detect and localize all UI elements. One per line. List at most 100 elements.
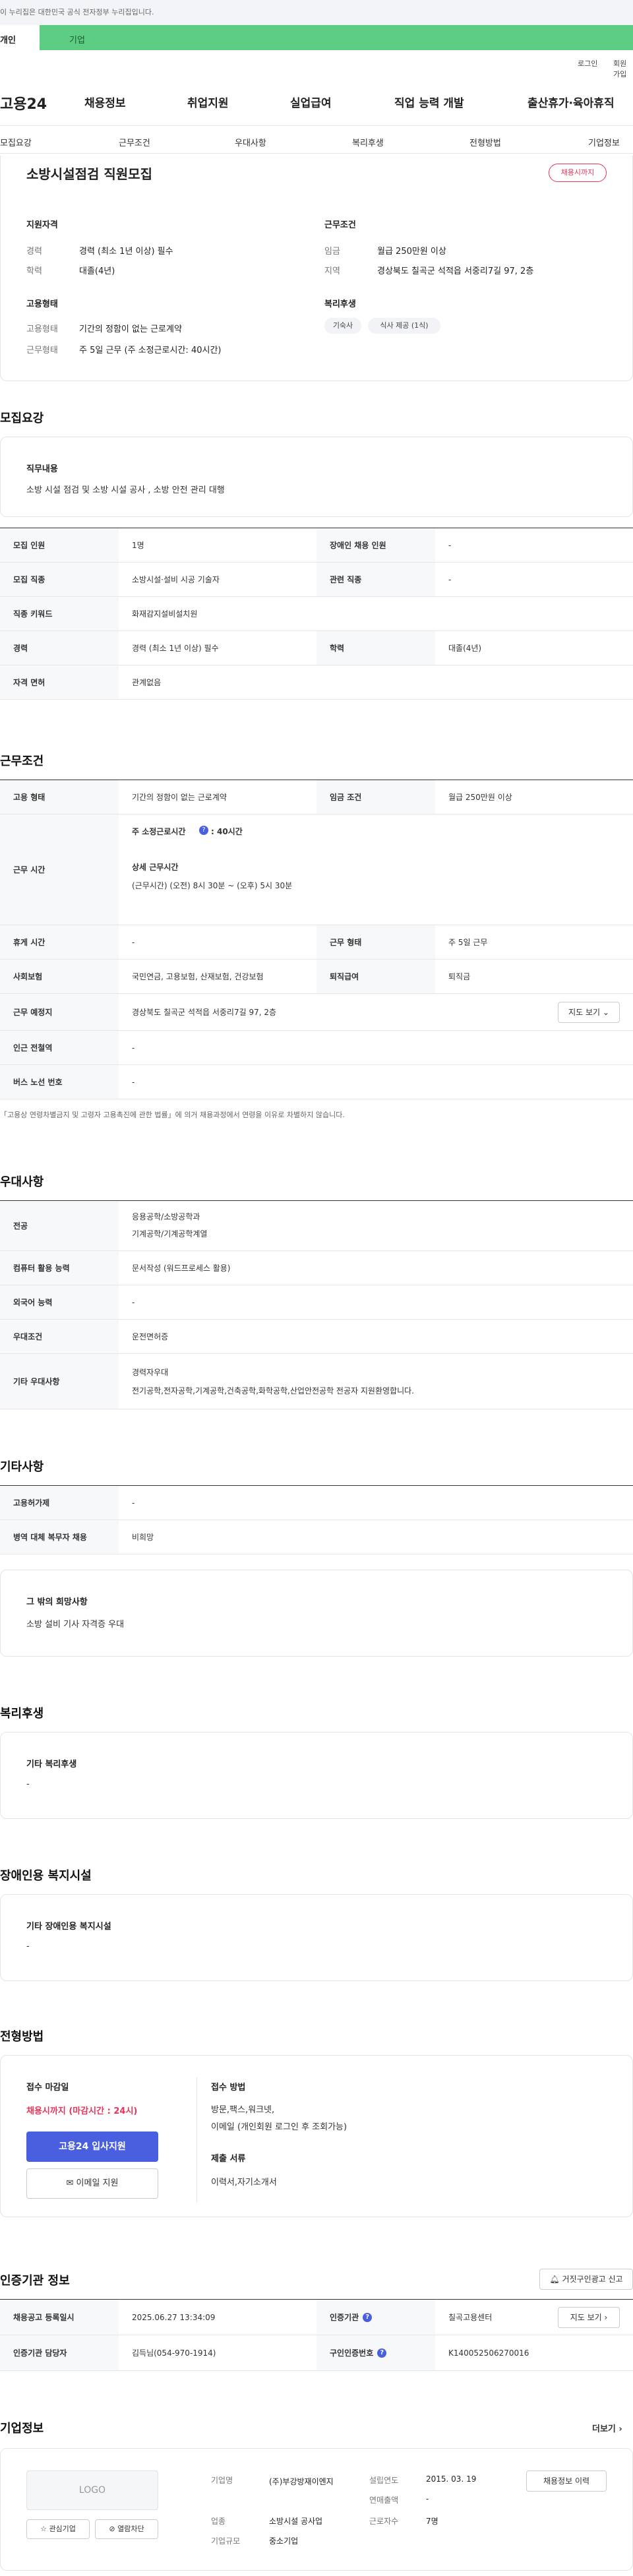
- career-value: 경력 (최소 1년 이상) 필수: [79, 247, 173, 257]
- row-label: 사회보험: [0, 960, 119, 993]
- table-row: 고용 형태 기간의 정함이 없는 근로계약 임금 조건 월급 250만원 이상: [0, 780, 633, 814]
- table-row: 모집 직종 소방시설·설비 시공 기술자 관련 직종 -: [0, 563, 633, 597]
- chevron-down-icon: ⌄: [602, 1008, 609, 1017]
- nav-parental-leave[interactable]: 출산휴가·육아휴직: [528, 94, 615, 110]
- gov-notice: 이 누리집은 대한민국 공식 전자정부 누리집입니다.: [0, 8, 154, 16]
- row-label: 임금 조건: [316, 780, 435, 814]
- row-label: 인근 전철역: [0, 1031, 119, 1064]
- emp-hours-value: 주 5일 근무 (주 소정근로시간: 40시간): [79, 346, 222, 355]
- row-label: 버스 노선 번호: [0, 1065, 119, 1099]
- edu-value: 대졸(4년): [79, 266, 115, 276]
- disabled-section-title: 장애인용 복지시설: [0, 1869, 92, 1883]
- subnav-recruit[interactable]: 모집요강: [0, 136, 32, 148]
- join-link[interactable]: 회원가입: [613, 58, 633, 79]
- row-label: 장애인 채용 인원: [316, 528, 435, 562]
- subnav-pref[interactable]: 우대사항: [235, 136, 266, 148]
- row-label: 인증기관 담당자: [0, 2335, 119, 2370]
- nav-vocational-training[interactable]: 직업 능력 개발: [394, 94, 464, 110]
- row-value: 기간의 정함이 없는 근로계약: [132, 792, 227, 802]
- table-row: 버스 노선 번호 -: [0, 1065, 633, 1099]
- block-company-button[interactable]: ⊘ 열람차단: [95, 2519, 158, 2539]
- chip-meal: 식사 제공 (1식): [368, 318, 440, 334]
- row-value: 소방시설·설비 시공 기술자: [132, 574, 220, 584]
- job-history-button[interactable]: 채용정보 이력: [526, 2470, 607, 2492]
- table-row: 채용공고 등록일시 2025.06.27 13:34:09 인증기관? 칠곡고용…: [0, 2300, 633, 2335]
- row-value: 칠곡고용센터: [448, 2312, 493, 2322]
- row-label: 전공: [0, 1201, 119, 1250]
- row-label: 휴게 시간: [0, 925, 119, 959]
- favorite-company-button[interactable]: ☆ 관심기업: [26, 2519, 90, 2539]
- docs-title: 제출 서류: [211, 2154, 246, 2164]
- sales-value: -: [426, 2494, 429, 2503]
- company-name-value: (주)부강방재이엔지: [269, 2477, 334, 2486]
- tab-individual[interactable]: 개인: [0, 25, 40, 50]
- cert-map-label: 지도 보기: [570, 2313, 602, 2322]
- row-value: 문서작성 (워드프로세스 활용): [132, 1263, 231, 1273]
- recruit-section-title: 모집요강: [0, 412, 44, 425]
- wage-value: 월급 250만원 이상: [377, 247, 446, 257]
- section-nav: 모집요강 근무조건 우대사항 복리후생 전형방법 기업정보: [0, 133, 633, 153]
- company-size-label: 기업규모: [211, 2536, 241, 2546]
- row-label: 채용공고 등록일시: [0, 2300, 119, 2335]
- info-icon[interactable]: ?: [363, 2312, 373, 2322]
- table-row: 인근 전철역 -: [0, 1031, 633, 1065]
- subnav-process[interactable]: 전형방법: [469, 136, 501, 148]
- table-row: 우대조건 운전면허증: [0, 1320, 633, 1354]
- row-value: 대졸(4년): [448, 643, 482, 653]
- qualification-title: 지원자격: [26, 220, 58, 230]
- row-value: 주 5일 근무: [448, 937, 488, 947]
- subnav-company[interactable]: 기업정보: [588, 136, 620, 148]
- info-icon[interactable]: ?: [377, 2348, 387, 2358]
- nav-employment-support[interactable]: 취업지원: [187, 94, 229, 110]
- conditions-title: 근무조건: [324, 220, 356, 230]
- established-label: 설립연도: [369, 2476, 399, 2485]
- cert-map-button[interactable]: 지도 보기 ›: [558, 2307, 620, 2328]
- table-row: 고용허가제 -: [0, 1486, 633, 1520]
- apply-button[interactable]: 고용24 입사지원: [26, 2131, 158, 2162]
- nav-unemployment-benefit[interactable]: 실업급여: [290, 94, 332, 110]
- company-more-link[interactable]: 더보기 ›: [592, 2422, 622, 2434]
- row-label: 기타 우대사항: [0, 1354, 119, 1409]
- nav-jobs[interactable]: 채용정보: [84, 94, 126, 110]
- table-row: 기타 우대사항: [0, 1354, 633, 1409]
- email-apply-button[interactable]: ✉ 이메일 지원: [26, 2168, 158, 2199]
- row-value: -: [132, 1043, 135, 1053]
- deadline-badge: 채용시까지: [549, 164, 607, 182]
- login-link[interactable]: 로그인: [578, 58, 597, 69]
- docs-value: 이력서,자기소개서: [211, 2178, 277, 2188]
- star-icon: ☆: [40, 2525, 47, 2533]
- row-value: 경상북도 칠곡군 석적읍 서중리7길 97, 2층: [132, 1007, 277, 1017]
- row-value: -: [132, 937, 135, 947]
- subnav-work[interactable]: 근무조건: [119, 136, 150, 148]
- favorite-label: 관심기업: [49, 2525, 76, 2533]
- row-value: 관계없음: [132, 677, 162, 687]
- row-label: 인증기관?: [316, 2300, 435, 2335]
- etc-section-title: 기타사항: [0, 1460, 44, 1474]
- std-hours-label: 주 소정근로시간: [132, 827, 186, 836]
- employees-label: 근로자수: [369, 2517, 399, 2526]
- row-value: 2025.06.27 13:34:09: [132, 2312, 216, 2322]
- info-icon[interactable]: ?: [199, 826, 208, 835]
- tab-company[interactable]: 기업: [69, 33, 85, 46]
- row-label: 경력: [0, 631, 119, 665]
- industry-value: 소방시설 공사업: [269, 2517, 323, 2526]
- deadline-value: 채용시까지 (마감시간 : 24시): [26, 2106, 138, 2116]
- detail-hours-value: (근무시간) (오전) 8시 30분 ~ (오후) 5시 30분: [132, 881, 293, 890]
- map-button[interactable]: 지도 보기 ⌄: [558, 1002, 620, 1023]
- block-label: 열람차단: [117, 2525, 144, 2533]
- career-label: 경력: [26, 247, 42, 257]
- welfare-card-title: 기타 복리후생: [26, 1760, 77, 1769]
- report-fake-ad-button[interactable]: 🔔︎ 거짓구인광고 신고: [539, 2269, 633, 2290]
- edu-label: 학력: [26, 266, 42, 276]
- row-value: 1명: [132, 540, 144, 550]
- site-logo[interactable]: 고용24: [0, 92, 47, 113]
- subnav-welfare[interactable]: 복리후생: [352, 136, 384, 148]
- method-value-2: 이메일 (개인회원 로그인 후 조회가능): [211, 2122, 347, 2132]
- row-value: 운전면허증: [132, 1332, 169, 1341]
- row-label: 퇴직급여: [316, 960, 435, 993]
- cert-section-title: 인증기관 정보: [0, 2274, 70, 2288]
- bell-icon: 🔔︎: [549, 2275, 560, 2284]
- welfare-title: 복리후생: [324, 299, 356, 309]
- chevron-right-icon: ›: [618, 2424, 622, 2434]
- wage-label: 임금: [324, 247, 340, 257]
